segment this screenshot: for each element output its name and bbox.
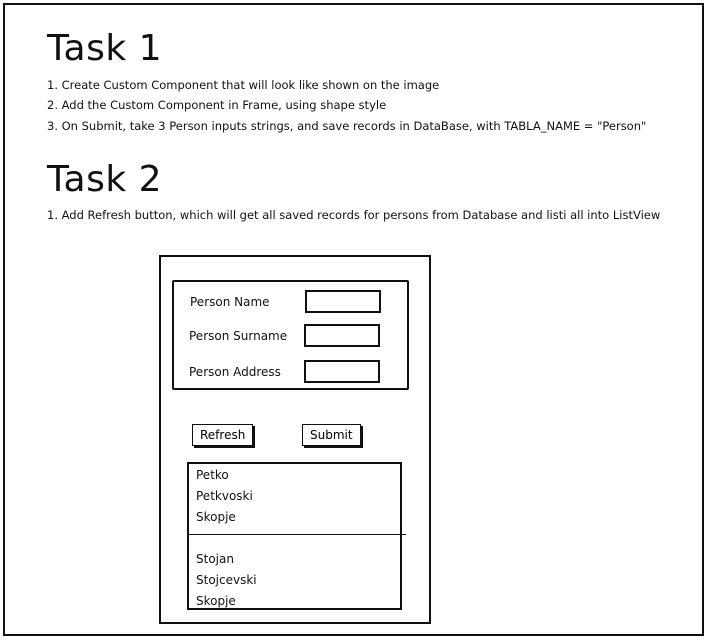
- list-item-surname: Petkvoski: [196, 489, 253, 503]
- refresh-button[interactable]: Refresh: [192, 424, 254, 446]
- person-list-view[interactable]: Petko Petkvoski Skopje Stojan Stojcevski…: [187, 462, 402, 610]
- task2-step-1: 1. Add Refresh button, which will get al…: [47, 208, 661, 222]
- person-surname-input[interactable]: [304, 324, 380, 347]
- person-address-label: Person Address: [189, 365, 281, 379]
- person-name-label: Person Name: [190, 295, 270, 309]
- task1-step-2: 2. Add the Custom Component in Frame, us…: [47, 98, 387, 112]
- task2-heading: Task 2: [47, 159, 163, 200]
- submit-button[interactable]: Submit: [302, 424, 361, 446]
- list-item-divider: [187, 534, 406, 535]
- task1-step-1: 1. Create Custom Component that will loo…: [47, 78, 440, 92]
- list-item-address: Skopje: [196, 594, 236, 608]
- task1-heading: Task 1: [47, 28, 163, 69]
- task1-step-3: 3. On Submit, take 3 Person inputs strin…: [47, 119, 647, 133]
- list-item-surname: Stojcevski: [196, 573, 257, 587]
- list-item-name: Stojan: [196, 552, 234, 566]
- list-item-name: Petko: [196, 468, 229, 482]
- person-address-input[interactable]: [304, 360, 380, 383]
- person-name-input[interactable]: [305, 290, 381, 313]
- list-item-address: Skopje: [196, 510, 236, 524]
- person-surname-label: Person Surname: [189, 329, 288, 343]
